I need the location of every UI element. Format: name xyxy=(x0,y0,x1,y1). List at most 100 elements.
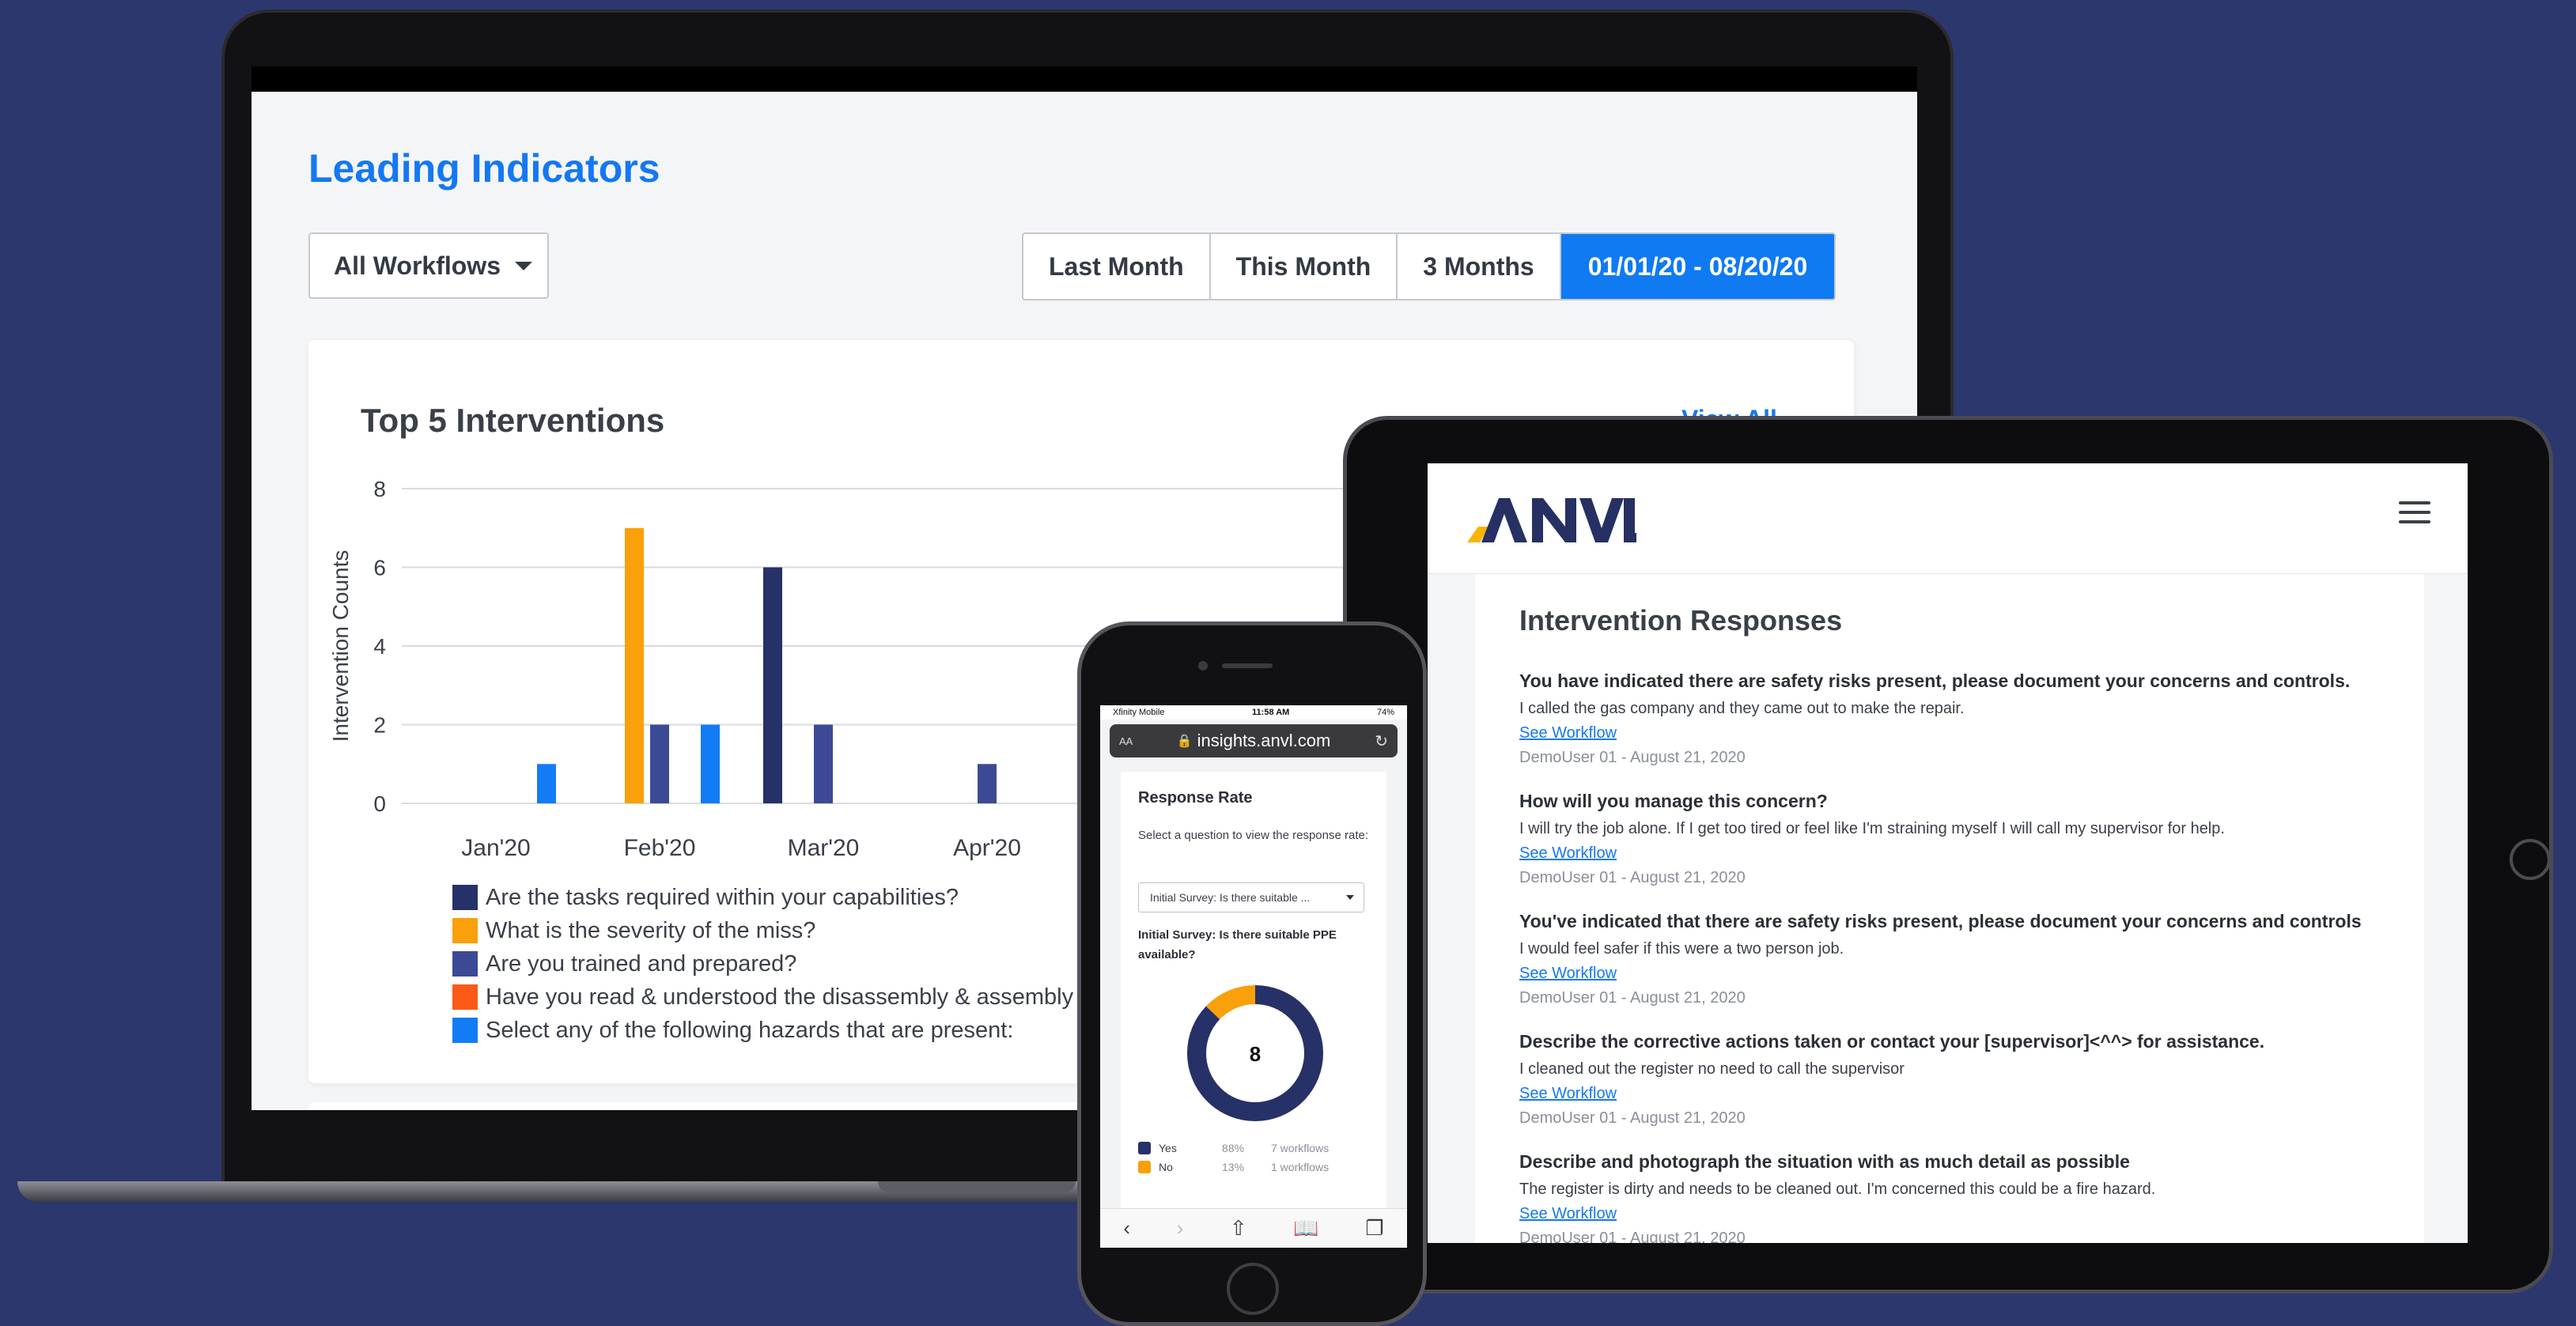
chart-legend: Are the tasks required within your capab… xyxy=(452,881,1073,1047)
card-title: Response Rate xyxy=(1138,789,1253,807)
y-tick-label: 4 xyxy=(373,634,386,659)
chart-bar[interactable] xyxy=(814,724,833,804)
chart-bar[interactable] xyxy=(537,764,556,803)
reload-icon[interactable]: ↻ xyxy=(1375,731,1388,751)
legend-swatch xyxy=(452,918,478,943)
response-question: You've indicated that there are safety r… xyxy=(1519,911,2362,931)
battery-label: 74% xyxy=(1376,708,1394,717)
response-answer: I would feel safer if this were a two pe… xyxy=(1519,940,1844,958)
response-answer: I will try the job alone. If I get too t… xyxy=(1519,820,2225,837)
response-item: How will you manage this concern? I will… xyxy=(1519,791,2413,887)
chart-bar[interactable] xyxy=(625,527,644,803)
browser-top-bar xyxy=(252,66,1917,92)
response-rate-card: Response Rate Select a question to view … xyxy=(1121,772,1386,1215)
workflow-select-value: All Workflows xyxy=(334,251,501,280)
y-tick-label: 2 xyxy=(373,713,386,738)
carrier-label: Xfinity Mobile xyxy=(1113,708,1165,717)
page-title: Leading Indicators xyxy=(308,146,660,191)
legend-item[interactable]: Have you read & understood the disassemb… xyxy=(452,980,1073,1014)
tabs-icon[interactable]: ❐ xyxy=(1365,1216,1383,1241)
legend-label: What is the severity of the miss? xyxy=(486,917,816,943)
response-question: Describe the corrective actions taken or… xyxy=(1519,1031,2265,1052)
caret-down-icon xyxy=(1346,895,1354,900)
response-question: Describe and photograph the situation wi… xyxy=(1519,1151,2130,1172)
x-tick-label: Mar'20 xyxy=(788,835,860,861)
response-question: How will you manage this concern? xyxy=(1519,791,1828,811)
legend-label: Have you read & understood the disassemb… xyxy=(486,984,1074,1010)
legend-swatch xyxy=(452,885,478,910)
range-custom-button[interactable]: 01/01/20 - 08/20/20 xyxy=(1560,234,1835,299)
response-item: You've indicated that there are safety r… xyxy=(1519,911,2413,1007)
response-item: Describe and photograph the situation wi… xyxy=(1519,1151,2413,1243)
see-workflow-link[interactable]: See Workflow xyxy=(1519,1205,2413,1223)
y-tick-label: 0 xyxy=(373,791,386,816)
legend-workflows: 1 workflows xyxy=(1271,1161,1330,1173)
chart-bar[interactable] xyxy=(978,764,997,803)
chart-bar[interactable] xyxy=(650,724,669,804)
panel-title: Intervention Responses xyxy=(1519,604,1843,637)
response-question: You have indicated there are safety risk… xyxy=(1519,671,2351,691)
legend-label: Yes xyxy=(1159,1142,1177,1154)
donut-center-value: 8 xyxy=(1250,1042,1261,1066)
bookmarks-icon[interactable]: 📖 xyxy=(1293,1216,1318,1241)
share-icon[interactable]: ⇧ xyxy=(1230,1216,1247,1241)
response-meta: DemoUser 01 - August 21, 2020 xyxy=(1519,749,1746,766)
see-workflow-link[interactable]: See Workflow xyxy=(1519,965,2413,983)
anvl-logo[interactable] xyxy=(1462,492,1636,547)
phone-home-button[interactable] xyxy=(1227,1263,1279,1315)
intervention-responses-panel: Intervention Responses You have indicate… xyxy=(1475,574,2424,1243)
legend-row-no: No 13% 1 workflows xyxy=(1138,1158,1375,1177)
lock-icon: 🔒 xyxy=(1176,735,1193,748)
tablet-screen: Intervention Responses You have indicate… xyxy=(1428,463,2468,1243)
legend-swatch xyxy=(452,1018,478,1043)
hamburger-menu-icon[interactable] xyxy=(2399,501,2430,530)
anvl-logo-mark xyxy=(1467,498,1636,542)
url-bar[interactable]: AA 🔒 insights.anvl.com ↻ xyxy=(1110,724,1398,757)
y-axis-label: Intervention Counts xyxy=(328,550,353,742)
response-item: Describe the corrective actions taken or… xyxy=(1519,1031,2413,1128)
chart-bar[interactable] xyxy=(701,724,720,804)
status-bar: Xfinity Mobile 11:58 AM 74% xyxy=(1100,705,1407,720)
question-select-value: Initial Survey: Is there suitable ... xyxy=(1150,891,1311,904)
see-workflow-link[interactable]: See Workflow xyxy=(1519,724,2413,742)
legend-label: No xyxy=(1159,1161,1173,1173)
date-range-group: Last Month This Month 3 Months 01/01/20 … xyxy=(1022,232,1836,300)
phone-speaker xyxy=(1222,663,1273,668)
response-meta: DemoUser 01 - August 21, 2020 xyxy=(1519,1109,1746,1127)
url-text: insights.anvl.com xyxy=(1197,731,1331,750)
chart-bar[interactable] xyxy=(763,567,782,804)
response-list: You have indicated there are safety risk… xyxy=(1519,671,2413,1243)
response-answer: The register is dirty and needs to be cl… xyxy=(1519,1181,2156,1198)
legend-item[interactable]: What is the severity of the miss? xyxy=(452,914,1073,947)
y-tick-label: 8 xyxy=(373,477,386,501)
app-header xyxy=(1428,463,2468,574)
phone-camera xyxy=(1198,661,1208,671)
see-workflow-link[interactable]: See Workflow xyxy=(1519,1085,2413,1103)
legend-item[interactable]: Select any of the following hazards that… xyxy=(452,1014,1073,1047)
response-meta: DemoUser 01 - August 21, 2020 xyxy=(1519,869,1746,886)
legend-pct: 88% xyxy=(1222,1142,1245,1154)
response-item: You have indicated there are safety risk… xyxy=(1519,671,2413,767)
range-this-month-button[interactable]: This Month xyxy=(1211,234,1398,299)
browser-toolbar: ‹ › ⇧ 📖 ❐ xyxy=(1100,1208,1407,1248)
x-tick-label: Feb'20 xyxy=(624,835,696,861)
legend-swatch xyxy=(1138,1142,1151,1154)
response-meta: DemoUser 01 - August 21, 2020 xyxy=(1519,1230,1746,1243)
back-icon[interactable]: ‹ xyxy=(1123,1216,1130,1241)
workflow-select[interactable]: All Workflows xyxy=(308,232,549,299)
donut-legend: Yes 88% 7 workflows No 13% 1 workflows xyxy=(1138,1139,1375,1177)
legend-swatch xyxy=(452,984,478,1010)
laptop-notch xyxy=(878,1181,1076,1192)
legend-label: Are the tasks required within your capab… xyxy=(486,884,959,910)
question-select[interactable]: Initial Survey: Is there suitable ... xyxy=(1138,882,1364,912)
legend-workflows: 7 workflows xyxy=(1271,1142,1330,1154)
range-last-month-button[interactable]: Last Month xyxy=(1023,234,1211,299)
legend-item[interactable]: Are the tasks required within your capab… xyxy=(452,881,1073,914)
range-3-months-button[interactable]: 3 Months xyxy=(1398,234,1561,299)
forward-icon[interactable]: › xyxy=(1177,1216,1184,1241)
see-workflow-link[interactable]: See Workflow xyxy=(1519,844,2413,863)
response-meta: DemoUser 01 - August 21, 2020 xyxy=(1519,989,1746,1007)
legend-item[interactable]: Are you trained and prepared? xyxy=(452,947,1073,980)
text-size-button[interactable]: AA xyxy=(1119,735,1133,747)
response-donut-chart: 8 xyxy=(1187,985,1323,1121)
